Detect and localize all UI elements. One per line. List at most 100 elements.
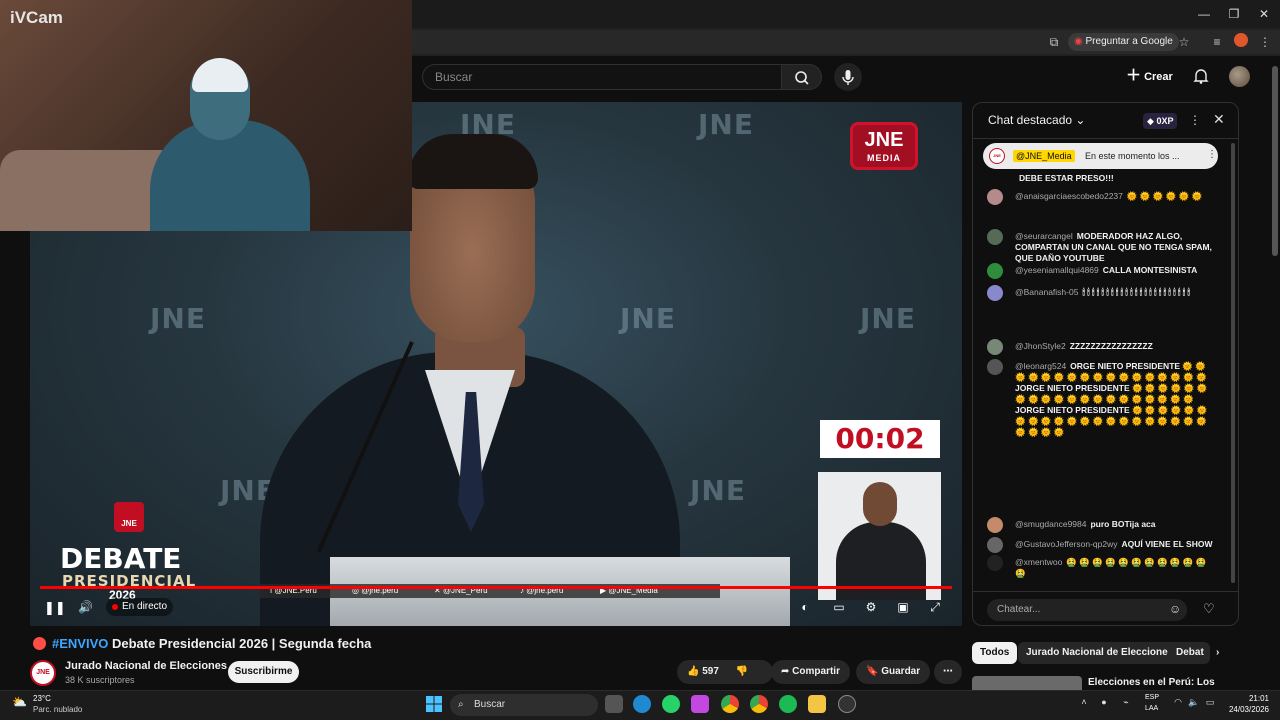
chat-author-name[interactable]: @GustavoJefferson-qp2wy	[1015, 539, 1118, 549]
chat-message-body: DEBE ESTAR PRESO!!!	[1015, 173, 1215, 184]
autoplay-toggle-icon[interactable]: ◐	[796, 600, 814, 616]
interpreter-head	[863, 482, 897, 526]
close-window-icon[interactable]: ✕	[1254, 4, 1274, 24]
ask-google-button[interactable]: ◉ Preguntar a Google	[1068, 33, 1179, 51]
save-button[interactable]: 🔖 Guardar	[856, 660, 931, 684]
pause-icon[interactable]: ❚❚	[44, 600, 66, 616]
debate-timer: 00:02	[820, 420, 940, 458]
chat-header: Chat destacado ⌄ ◆ 0XP ⋮ ✕	[973, 103, 1238, 139]
subscribe-button[interactable]: Suscribirme	[228, 661, 299, 683]
chat-author-name[interactable]: @seurarcangel	[1015, 231, 1073, 241]
profile-icon[interactable]	[1232, 33, 1250, 51]
media-controls-icon[interactable]: ≡	[1208, 33, 1226, 51]
channel-avatar[interactable]: JNE	[30, 660, 56, 686]
chip-todos[interactable]: Todos	[972, 642, 1018, 664]
tray-chevron-up-icon[interactable]: ˄	[1078, 697, 1090, 709]
create-button[interactable]: ＋ Crear	[1126, 66, 1173, 86]
settings-gear-icon[interactable]: ⚙	[862, 600, 880, 616]
task-view-icon[interactable]	[605, 695, 623, 713]
account-avatar[interactable]	[1229, 66, 1250, 87]
file-explorer-icon[interactable]	[808, 695, 826, 713]
chat-author-avatar[interactable]	[987, 189, 1003, 205]
chip-debate[interactable]: Debat	[1168, 642, 1210, 664]
recommended-thumbnail[interactable]	[972, 676, 1082, 690]
chat-message-text: DEBE ESTAR PRESO!!!	[1019, 173, 1114, 183]
hashtag-link[interactable]: #ENVIVO	[52, 636, 108, 651]
emoji-icon[interactable]: ☺	[1169, 602, 1181, 616]
chat-author-name[interactable]: @smugdance9984	[1015, 519, 1086, 529]
chat-author-avatar[interactable]	[987, 359, 1003, 375]
clock-date[interactable]: 24/03/2026	[1219, 705, 1269, 714]
bookmark-star-icon[interactable]: ☆	[1175, 33, 1193, 51]
weather-cloud-sun-icon[interactable]: ⛅	[12, 695, 28, 711]
chat-author-name[interactable]: @xmentwoo	[1015, 557, 1062, 567]
chip-jurado-nacional[interactable]: Jurado Nacional de Elecciones	[1018, 642, 1182, 664]
install-icon[interactable]: ⧉	[1045, 33, 1063, 51]
more-actions-icon[interactable]: ⋯	[934, 660, 962, 684]
like-button[interactable]: 👍 597	[687, 666, 719, 677]
chat-author-name[interactable]: @JhonStyle2	[1015, 341, 1066, 351]
chat-message-list: DEBE ESTAR PRESO!!! @anaisgarciaescobedo2…	[973, 171, 1233, 591]
chat-close-icon[interactable]: ✕	[1213, 111, 1225, 128]
fullscreen-icon[interactable]: ⤢	[926, 600, 944, 616]
webcam-overlay: iVCam	[0, 0, 412, 231]
chat-author-name[interactable]: @leonarg524	[1015, 361, 1066, 371]
chat-author-avatar[interactable]	[987, 339, 1003, 355]
chat-author-avatar[interactable]	[987, 537, 1003, 553]
voice-search-button[interactable]	[834, 63, 862, 91]
pinned-more-icon[interactable]: ⋮	[1207, 149, 1217, 160]
live-indicator[interactable]: En directo	[106, 598, 174, 616]
windows-start-icon[interactable]	[425, 695, 443, 713]
channel-name[interactable]: Jurado Nacional de Elecciones	[65, 660, 227, 672]
dislike-button[interactable]: 👎	[736, 666, 748, 677]
chat-author-avatar[interactable]	[987, 285, 1003, 301]
page-scrollbar[interactable]	[1272, 66, 1278, 256]
tray-app-icon[interactable]: ●	[1098, 697, 1110, 709]
obs-icon[interactable]	[838, 695, 856, 713]
theater-mode-icon[interactable]: ▣	[894, 600, 912, 616]
chat-more-icon[interactable]: ⋮	[1189, 113, 1201, 127]
chat-author-avatar[interactable]	[987, 263, 1003, 279]
chat-input[interactable]: Chatear...	[987, 599, 1187, 621]
volume-icon[interactable]: 🔊	[78, 600, 96, 616]
chat-author-avatar[interactable]	[987, 229, 1003, 245]
speaker-icon[interactable]: 🔈	[1188, 697, 1200, 709]
keyboard-language[interactable]: ESP	[1145, 694, 1159, 701]
chat-message-text: CALLA MONTESINISTA	[1102, 265, 1198, 275]
xp-badge[interactable]: ◆ 0XP	[1143, 113, 1178, 129]
diamond-icon: ◆	[1147, 116, 1154, 126]
notifications-bell-icon[interactable]	[1192, 67, 1210, 85]
clock-time[interactable]: 21:01	[1219, 694, 1269, 703]
chat-author-name[interactable]: @Bananafish-05	[1015, 287, 1078, 297]
minimize-icon[interactable]: —	[1194, 4, 1214, 24]
subtitles-icon[interactable]: ▭	[830, 600, 848, 616]
chrome-icon[interactable]	[721, 695, 739, 713]
chat-scrollbar[interactable]	[1231, 143, 1235, 583]
chat-message-text: AQUÍ VIENE EL SHOW	[1121, 539, 1213, 549]
tray-usb-icon[interactable]: ⌁	[1120, 697, 1132, 709]
whatsapp-icon[interactable]	[662, 695, 680, 713]
chat-author-avatar[interactable]	[987, 517, 1003, 533]
wifi-icon[interactable]: ◠	[1172, 697, 1184, 709]
live-progress-bar[interactable]	[40, 586, 952, 589]
taskbar-search[interactable]: ⌕ Buscar	[450, 694, 598, 716]
search-button[interactable]	[782, 64, 822, 90]
share-button[interactable]: ➦ Compartir	[771, 660, 850, 684]
restore-icon[interactable]: ❐	[1224, 4, 1244, 24]
chevron-right-icon[interactable]: ›	[1212, 642, 1223, 664]
keyboard-layout[interactable]: LAA	[1145, 705, 1158, 712]
chat-mode-dropdown[interactable]: Chat destacado ⌄	[988, 113, 1085, 127]
heart-icon[interactable]: ♡	[1203, 601, 1215, 617]
pinned-message[interactable]: JNE @JNE_Media En este momento los ... ⋮	[983, 143, 1218, 169]
battery-icon[interactable]: ▭	[1204, 697, 1216, 709]
search-input[interactable]: Buscar	[422, 64, 782, 90]
browser-menu-icon[interactable]: ⋮	[1256, 33, 1274, 51]
recommended-title[interactable]: Elecciones en el Perú: Los	[1088, 677, 1215, 688]
copilot-icon[interactable]	[691, 695, 709, 713]
chat-author-name[interactable]: @yeseniamallqui4869	[1015, 265, 1099, 275]
chat-author-name[interactable]: @anaisgarciaescobedo2237	[1015, 191, 1123, 201]
chat-author-avatar[interactable]	[987, 555, 1003, 571]
edge-browser-icon[interactable]	[633, 695, 651, 713]
spotify-icon[interactable]	[779, 695, 797, 713]
chrome-active-icon[interactable]	[750, 695, 768, 713]
